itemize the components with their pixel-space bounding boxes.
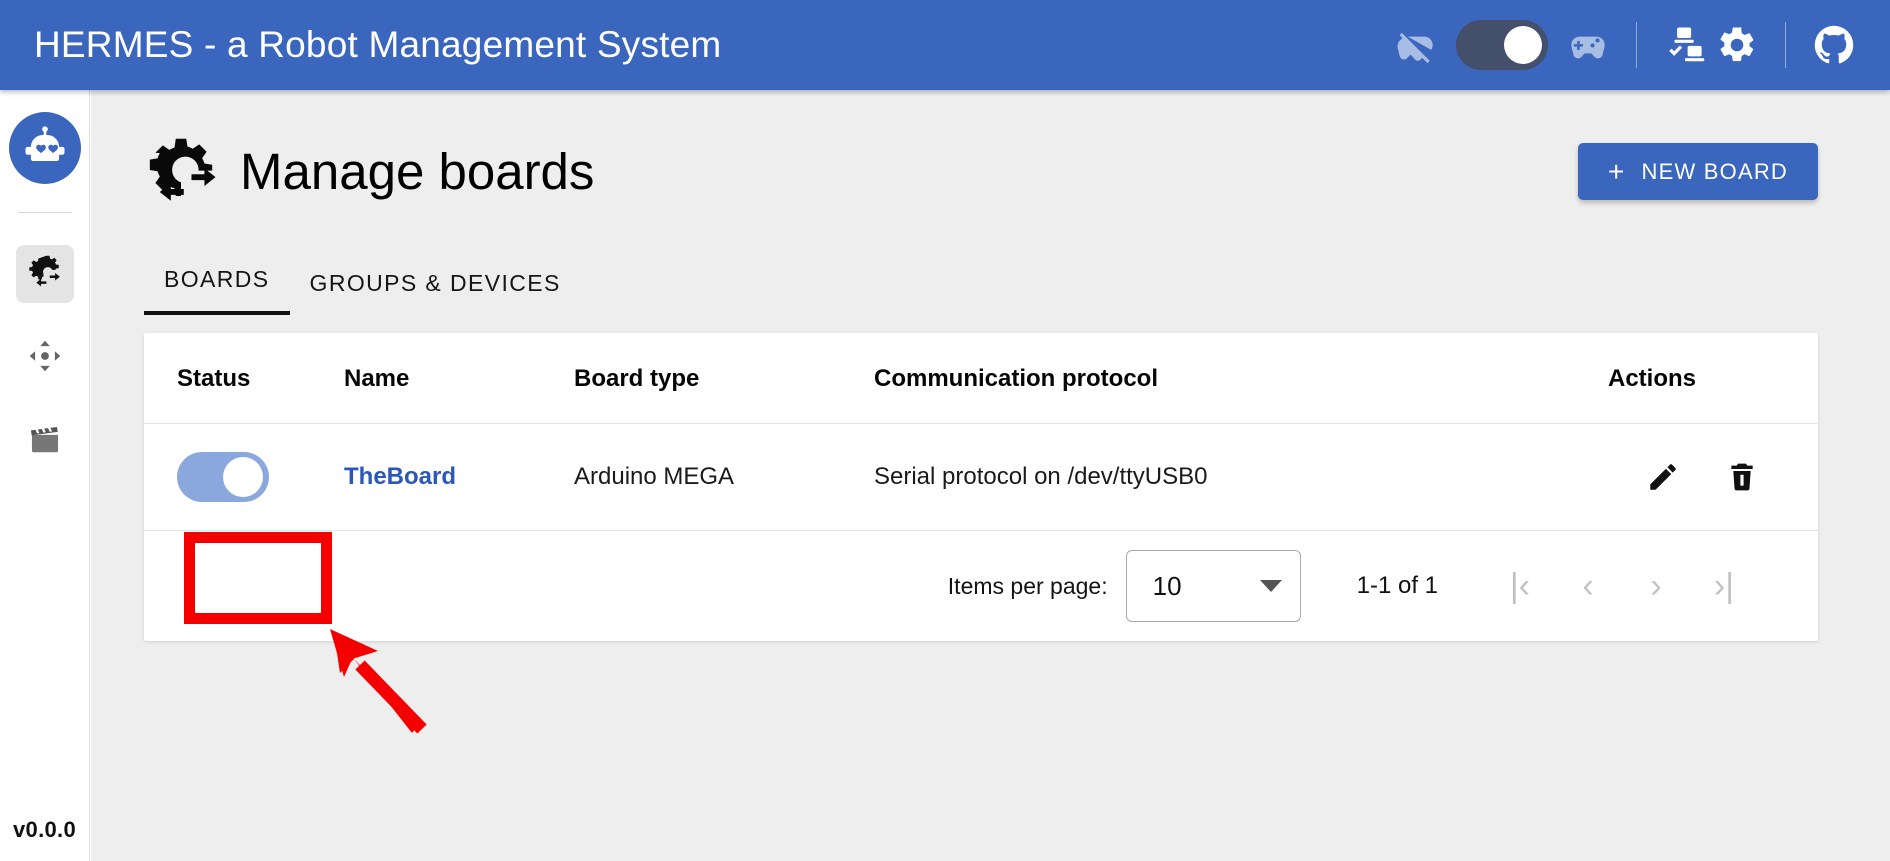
page-title-wrap: Manage boards xyxy=(144,132,594,211)
sidebar-item-boards[interactable] xyxy=(15,245,74,303)
sidebar: v0.0.0 xyxy=(0,90,90,861)
app-header: HERMES - a Robot Management System xyxy=(0,0,1890,90)
header-actions xyxy=(1390,0,1890,90)
column-header-protocol: Communication protocol xyxy=(874,333,1588,424)
tab-bar: BOARDS GROUPS & DEVICES xyxy=(144,255,1890,315)
device-status-icon[interactable] xyxy=(1659,19,1711,71)
next-page-button[interactable]: › xyxy=(1622,552,1690,620)
edit-board-button[interactable] xyxy=(1646,460,1680,494)
chevron-down-icon xyxy=(1259,580,1282,592)
board-status-toggle[interactable] xyxy=(177,452,269,502)
board-name-link[interactable]: TheBoard xyxy=(344,463,456,490)
table-body: TheBoard Arduino MEGA Serial protocol on… xyxy=(144,423,1818,531)
sidebar-item-scenes[interactable] xyxy=(16,413,74,471)
sidebar-divider xyxy=(17,212,72,213)
move-arrows-icon xyxy=(27,338,63,379)
app-title: HERMES - a Robot Management System xyxy=(34,24,722,65)
plus-icon: + xyxy=(1607,155,1626,187)
row-actions xyxy=(1588,460,1758,494)
avatar[interactable] xyxy=(8,112,81,184)
app-root: HERMES - a Robot Management System v0.0.… xyxy=(0,0,1890,861)
new-board-label: NEW BOARD xyxy=(1641,158,1788,184)
column-header-board-type: Board type xyxy=(574,333,874,424)
page-range-label: 1-1 of 1 xyxy=(1356,572,1438,599)
cell-status xyxy=(144,423,344,531)
cell-actions xyxy=(1588,423,1818,531)
cell-board-type: Arduino MEGA xyxy=(574,423,874,531)
pencil-icon xyxy=(1646,464,1680,497)
column-header-name: Name xyxy=(344,333,574,424)
boards-table: Status Name Board type Communication pro… xyxy=(144,333,1818,531)
column-header-status: Status xyxy=(144,333,344,424)
clapperboard-icon xyxy=(27,422,63,463)
table-head: Status Name Board type Communication pro… xyxy=(144,333,1818,424)
header-divider-2 xyxy=(1785,22,1786,68)
items-per-page-label: Items per page: xyxy=(947,572,1108,599)
gear-exchange-icon xyxy=(144,132,218,211)
sidebar-item-control[interactable] xyxy=(16,329,74,387)
delete-board-button[interactable] xyxy=(1726,461,1758,493)
gamepad-icon xyxy=(1562,19,1614,71)
items-per-page-value: 10 xyxy=(1152,570,1182,601)
column-header-actions: Actions xyxy=(1588,333,1818,424)
last-page-button[interactable]: ›| xyxy=(1690,552,1758,620)
cell-protocol: Serial protocol on /dev/ttyUSB0 xyxy=(874,423,1588,531)
page-header: Manage boards + NEW BOARD xyxy=(91,90,1890,211)
toggle-knob xyxy=(1504,26,1542,64)
gear-exchange-icon xyxy=(26,253,64,296)
trash-icon xyxy=(1726,463,1758,496)
tab-boards[interactable]: BOARDS xyxy=(144,266,290,315)
gamepad-off-icon xyxy=(1390,19,1442,71)
table-row: TheBoard Arduino MEGA Serial protocol on… xyxy=(144,423,1818,531)
github-icon[interactable] xyxy=(1808,19,1860,71)
toggle-knob xyxy=(223,457,263,497)
page-title: Manage boards xyxy=(240,143,595,200)
new-board-button[interactable]: + NEW BOARD xyxy=(1577,143,1818,200)
cell-name: TheBoard xyxy=(344,423,574,531)
previous-page-button[interactable]: ‹ xyxy=(1554,552,1622,620)
gear-icon[interactable] xyxy=(1711,19,1763,71)
paginator: Items per page: 10 1-1 of 1 |‹ ‹ › ›| xyxy=(144,531,1818,641)
table-header-row: Status Name Board type Communication pro… xyxy=(144,333,1818,424)
tab-groups-devices[interactable]: GROUPS & DEVICES xyxy=(290,270,581,315)
gamepad-mode-toggle[interactable] xyxy=(1456,20,1548,70)
main-content: Manage boards + NEW BOARD BOARDS GROUPS … xyxy=(91,90,1890,861)
header-divider-1 xyxy=(1636,22,1637,68)
items-per-page-select[interactable]: 10 xyxy=(1125,550,1301,622)
app-version: v0.0.0 xyxy=(13,817,76,842)
first-page-button[interactable]: |‹ xyxy=(1486,552,1554,620)
boards-table-card: Status Name Board type Communication pro… xyxy=(144,333,1818,641)
